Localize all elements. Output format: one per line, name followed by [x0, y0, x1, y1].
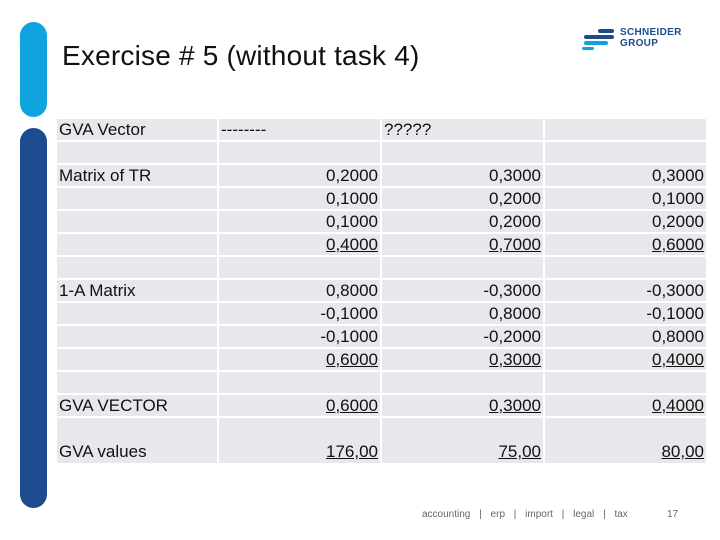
value-cell: [217, 370, 382, 395]
value-cell: -0,2000: [380, 324, 545, 349]
footer-item-import: import: [525, 509, 553, 520]
footer-separator: |: [603, 509, 606, 520]
value-cell: 0,8000: [217, 278, 382, 303]
value-cell: ?????: [380, 117, 545, 142]
page-number: 17: [667, 509, 679, 520]
table-row: GVA values 176,00 75,00 80,00: [55, 416, 708, 465]
value-cell: 0,6000: [543, 232, 708, 257]
footer-separator: |: [561, 509, 565, 520]
value-cell: 0,6000: [217, 347, 382, 372]
value-cell: [380, 370, 545, 395]
row-label-cell: [55, 232, 219, 257]
table-row: 0,1000 0,2000 0,2000: [55, 209, 708, 234]
logo-stripe-icon: [598, 29, 614, 33]
logo-stripe-icon: [584, 35, 614, 39]
footer-nav: accounting | erp | import | legal | tax: [422, 509, 628, 520]
logo-line-2: GROUP: [620, 38, 659, 49]
row-label-cell: 1-A Matrix: [55, 278, 219, 303]
table-row: [55, 255, 708, 280]
gva-table: GVA Vector --------????? Matrix of TR 0,200…: [55, 117, 708, 465]
table-row: 0,6000 0,3000 0,4000: [55, 347, 708, 372]
value-cell: 0,8000: [543, 324, 708, 349]
value-cell: 0,1000: [217, 209, 382, 234]
footer-separator: |: [513, 509, 517, 520]
value-cell: [543, 370, 708, 395]
row-label-cell: GVA values: [55, 416, 219, 465]
value-cell: 0,4000: [543, 393, 708, 418]
value-cell: -0,3000: [380, 278, 545, 303]
value-cell: 80,00: [543, 416, 708, 465]
value-cell: 0,6000: [217, 393, 382, 418]
footer-item-legal: legal: [573, 509, 595, 520]
value-cell: -0,1000: [543, 301, 708, 326]
table-row: Matrix of TR 0,2000 0,3000 0,3000: [55, 163, 708, 188]
table-row: 0,4000 0,7000 0,6000: [55, 232, 708, 257]
footer-separator: |: [479, 509, 482, 520]
row-label-cell: [55, 255, 219, 280]
row-label-cell: [55, 370, 219, 395]
value-cell: 0,2000: [380, 209, 545, 234]
accent-bar-light: [20, 22, 47, 117]
value-cell: --------: [217, 117, 382, 142]
value-cell: 0,2000: [380, 186, 545, 211]
logo-stripe-icon: [584, 41, 608, 45]
value-cell: 0,1000: [217, 186, 382, 211]
table-row: [55, 370, 708, 395]
accent-bar-dark: [20, 128, 47, 508]
value-cell: -0,1000: [217, 301, 382, 326]
logo-stripe-icon: [582, 47, 594, 50]
row-label-cell: [55, 324, 219, 349]
value-cell: 0,4000: [543, 347, 708, 372]
table-row: [55, 140, 708, 165]
row-label-cell: GVA VECTOR: [55, 393, 219, 418]
row-label-cell: [55, 140, 219, 165]
row-label-cell: Matrix of TR: [55, 163, 219, 188]
value-cell: -0,3000: [543, 278, 708, 303]
value-cell: [380, 255, 545, 280]
value-cell: [380, 140, 545, 165]
value-cell: 0,7000: [380, 232, 545, 257]
logo-text: SCHNEIDER GROUP: [620, 27, 682, 49]
table-row: GVA Vector --------?????: [55, 117, 708, 142]
value-cell: 0,1000: [543, 186, 708, 211]
value-cell: [543, 255, 708, 280]
value-cell: 0,3000: [380, 393, 545, 418]
row-label-cell: [55, 301, 219, 326]
value-cell: 0,3000: [543, 163, 708, 188]
value-cell: 0,2000: [543, 209, 708, 234]
table-row: GVA VECTOR 0,6000 0,3000 0,4000: [55, 393, 708, 418]
slide-title: Exercise # 5 (without task 4): [62, 40, 420, 71]
value-cell: [543, 140, 708, 165]
value-cell: 75,00: [380, 416, 545, 465]
row-label-cell: [55, 186, 219, 211]
value-cell: [543, 117, 708, 142]
row-label-cell: [55, 347, 219, 372]
value-cell: -0,1000: [217, 324, 382, 349]
value-cell: [217, 140, 382, 165]
value-cell: 176,00: [217, 416, 382, 465]
value-cell: 0,2000: [217, 163, 382, 188]
value-cell: 0,8000: [380, 301, 545, 326]
value-cell: 0,4000: [217, 232, 382, 257]
footer-item-erp: erp: [490, 509, 505, 520]
table-row: -0,1000 -0,2000 0,8000: [55, 324, 708, 349]
row-label-cell: GVA Vector: [55, 117, 219, 142]
value-cell: [217, 255, 382, 280]
table-row: 1-A Matrix 0,8000 -0,3000 -0,3000: [55, 278, 708, 303]
logo-line-1: SCHNEIDER: [620, 27, 682, 38]
value-cell: 0,3000: [380, 163, 545, 188]
value-cell: 0,3000: [380, 347, 545, 372]
row-label-cell: [55, 209, 219, 234]
table-row: -0,1000 0,8000 -0,1000: [55, 301, 708, 326]
schneider-group-logo: SCHNEIDER GROUP: [582, 27, 692, 51]
table-row: 0,1000 0,2000 0,1000: [55, 186, 708, 211]
footer-item-tax: tax: [614, 509, 628, 520]
footer-item-accounting: accounting: [422, 509, 471, 520]
